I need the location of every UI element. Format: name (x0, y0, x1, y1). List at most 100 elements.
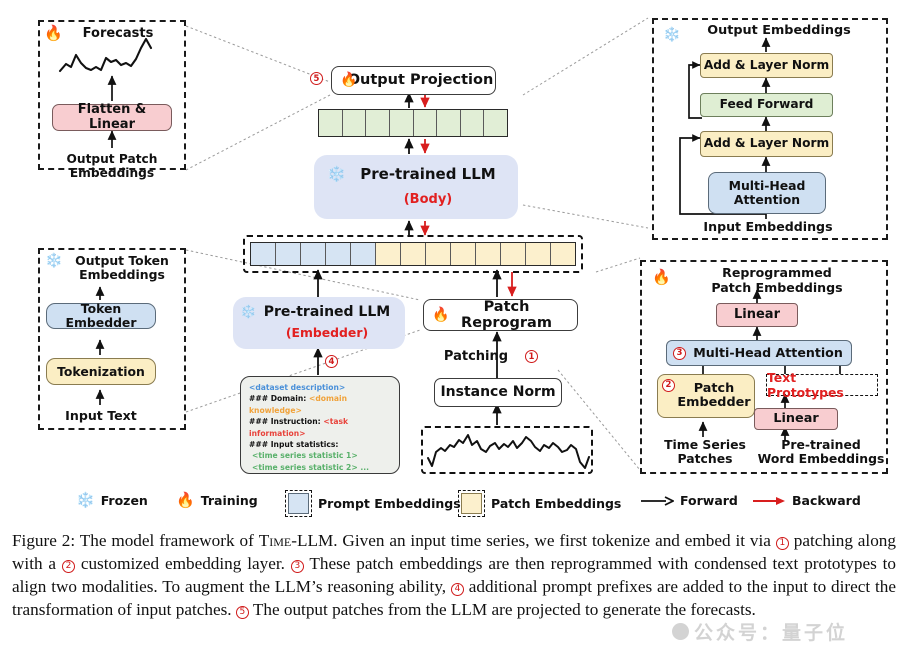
legend-frozen: ❄️ Frozen (76, 491, 148, 509)
caption-marker-1: 1 (775, 537, 789, 551)
prompt-line-stats-key: ### Input statistics: (249, 439, 339, 449)
snowflake-icon: ❄️ (45, 253, 63, 269)
cell-output (413, 110, 438, 136)
pretrained-llm-embedder-title: Pre-trained LLM (263, 304, 391, 320)
cell-output (389, 110, 414, 136)
reprogram-attention-box: 3 Multi-Head Attention (666, 340, 852, 366)
marker-1: 1 (525, 350, 538, 363)
cell-patch (376, 243, 401, 265)
output-patch-embeddings-label: Output Patch Embeddings (66, 152, 158, 181)
marker-3: 3 (673, 347, 686, 360)
reprogram-attention-label: Multi-Head Attention (693, 344, 843, 360)
pretrained-llm-body-subtitle: (Body) (403, 192, 453, 207)
cell-prompt (326, 243, 351, 265)
caption-prefix: Figure 2: (12, 531, 76, 550)
caption-marker-4: 4 (450, 583, 464, 597)
snowflake-icon: ❄️ (327, 165, 346, 183)
legend: ❄️ Frozen 🔥 Training Prompt Embeddings P… (0, 482, 904, 528)
legend-patch-label: Patch Embeddings (491, 496, 622, 511)
patch-embedder-box: 2 Patch Embedder (657, 374, 755, 418)
patch-embedding-swatch (458, 490, 485, 517)
marker-2: 2 (662, 379, 675, 392)
cell-patch (526, 243, 551, 265)
caption-marker-2: 2 (61, 560, 75, 574)
marker-4: 4 (325, 355, 338, 368)
flame-icon: 🔥 (340, 72, 358, 88)
pretrained-llm-embedder-subtitle: (Embedder) (285, 325, 369, 340)
cell-prompt (301, 243, 326, 265)
caption-t7: The output patches from the LLM are proj… (248, 599, 756, 619)
patch-embedding-color (461, 493, 482, 514)
caption-t1: The model framework of (75, 531, 259, 550)
flame-icon: 🔥 (176, 491, 195, 509)
prompt-embedding-swatch (285, 490, 312, 517)
flame-icon: 🔥 (652, 268, 671, 286)
input-embeddings-label: Input Embeddings (703, 219, 833, 234)
snowflake-icon: ❄️ (240, 305, 257, 320)
cell-prompt (276, 243, 301, 265)
forward-arrow-icon (641, 495, 674, 506)
prompt-line-stat1: <time series statistic 1> (252, 451, 358, 461)
pretrained-word-embeddings-label: Pre-trained Word Embeddings (757, 437, 885, 467)
legend-patch-embeddings: Patch Embeddings (458, 490, 621, 517)
prompt-instruction-key: ### Instruction: (249, 417, 321, 427)
prompt-line-dataset: <dataset description> (249, 383, 346, 392)
legend-training-label: Training (200, 493, 258, 508)
figure-diagram: 🔥 Forecasts Flatten & Linear Output Patc… (0, 0, 904, 530)
caption-t2: -LLM. Given an input time series, we fir… (291, 531, 776, 550)
backward-arrow-icon (753, 496, 785, 505)
legend-prompt-label: Prompt Embeddings (318, 496, 461, 511)
prompt-line-instruction: ### Instruction: <task information> (249, 416, 392, 439)
snowflake-icon: ❄️ (76, 491, 95, 509)
cell-patch (551, 243, 575, 265)
cell-patch (451, 243, 476, 265)
cell-patch (426, 243, 451, 265)
cell-patch (476, 243, 501, 265)
cell-prompt (251, 243, 276, 265)
reprogrammed-patch-embeddings-label: Reprogrammed Patch Embeddings (711, 265, 843, 295)
input-text-label: Input Text (65, 408, 137, 423)
instance-norm-box: Instance Norm (434, 378, 562, 407)
time-series-patches-label: Time Series Patches (664, 437, 746, 467)
prompt-domain-key: ### Domain: (249, 394, 307, 404)
patch-embedder-label: Patch Embedder (677, 380, 751, 410)
legend-backward: Backward (752, 493, 861, 508)
patch-reprogram-box: 🔥 Patch Reprogram (423, 299, 578, 331)
prompt-embedding-color (288, 493, 309, 514)
prompt-line-stat2: <time series statistic 2> ... (252, 462, 369, 472)
snowflake-icon: ❄️ (663, 27, 681, 43)
patch-reprogram-label: Patch Reprogram (461, 298, 552, 331)
watermark-text: 公众号：量子位 (694, 621, 849, 644)
cell-output (437, 110, 461, 136)
legend-forward-label: Forward (680, 493, 738, 508)
caption-smallcaps-time: Time (258, 531, 292, 550)
caption-marker-3: 3 (290, 560, 304, 574)
add-layer-norm-bottom-box: Add & Layer Norm (700, 131, 833, 157)
tokenization-box: Tokenization (46, 358, 156, 385)
caption-t4: customized embedding layer. (74, 553, 291, 573)
caption-marker-5: 5 (235, 606, 249, 620)
legend-backward-label: Backward (792, 493, 861, 508)
cell-output (366, 110, 390, 136)
linear-bottom-box: Linear (754, 408, 838, 430)
output-projection-label: Output Projection (347, 72, 494, 89)
marker-5: 5 (310, 72, 323, 85)
text-prototypes-label: Text Prototypes (767, 370, 844, 400)
output-token-embeddings-title: Output Token Embeddings (75, 253, 169, 283)
prompt-text-box: <dataset description> ### Domain: <domai… (240, 376, 400, 474)
legend-training: 🔥 Training (176, 491, 258, 509)
feed-forward-box: Feed Forward (700, 93, 833, 117)
linear-top-box: Linear (716, 303, 798, 327)
add-layer-norm-top-box: Add & Layer Norm (700, 53, 833, 78)
cell-patch (401, 243, 426, 265)
flame-icon: 🔥 (432, 307, 450, 323)
cell-output (460, 110, 485, 136)
panel-forecasts (38, 20, 186, 170)
legend-forward: Forward (640, 493, 738, 508)
cell-output (319, 110, 343, 136)
cell-patch (501, 243, 526, 265)
output-embeddings-label: Output Embeddings (707, 23, 851, 38)
forecasts-title: Forecasts (82, 26, 154, 41)
patching-label: Patching (443, 349, 509, 364)
output-patch-cells (318, 109, 508, 137)
